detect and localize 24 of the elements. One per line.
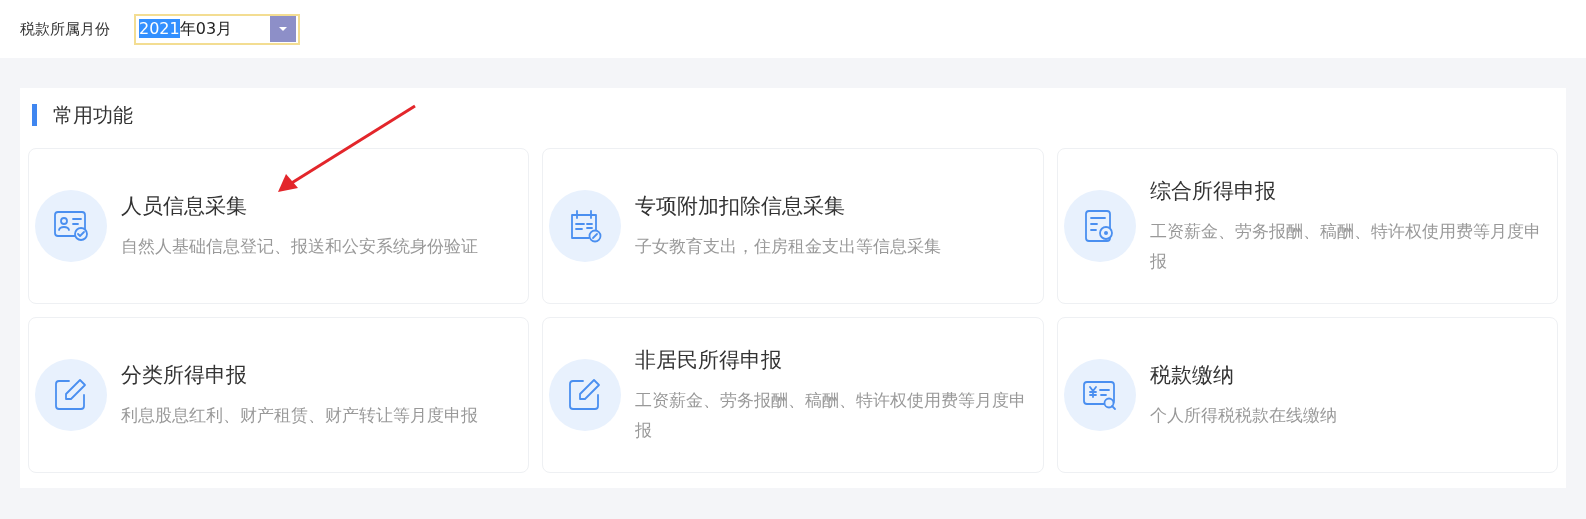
feature-card[interactable]: 专项附加扣除信息采集 子女教育支出，住房租金支出等信息采集 (542, 148, 1044, 304)
feature-card[interactable]: 分类所得申报 利息股息红利、财产租赁、财产转让等月度申报 (28, 317, 530, 473)
section-title: 常用功能 (32, 104, 1558, 126)
date-value: 2021年03月 (139, 18, 233, 40)
caret-icon (278, 26, 288, 32)
card-description: 利息股息红利、财产租赁、财产转让等月度申报 (121, 403, 478, 427)
date-field[interactable]: 2021年03月 (134, 13, 300, 45)
card-description: 工资薪金、劳务报酬、稿酬、特许权使用费等月度申报 (635, 388, 1028, 442)
dropdown-button[interactable] (270, 16, 296, 42)
feature-card[interactable]: 税款缴纳 个人所得税税款在线缴纳 (1056, 317, 1558, 473)
card-title: 人员信息采集 (121, 193, 248, 221)
field-label: 税款所属月份 (20, 18, 110, 40)
feature-card[interactable]: 非居民所得申报 工资薪金、劳务报酬、稿酬、特许权使用费等月度申报 (542, 317, 1044, 473)
card-description: 工资薪金、劳务报酬、稿酬、特许权使用费等月度申报 (1149, 219, 1542, 273)
card-title: 综合所得申报 (1149, 178, 1277, 206)
feature-card[interactable]: 综合所得申报 工资薪金、劳务报酬、稿酬、特许权使用费等月度申报 (1056, 148, 1558, 304)
card-description: 个人所得税税款在线缴纳 (1149, 403, 1337, 427)
card-title: 非居民所得申报 (635, 347, 784, 375)
card-title: 税款缴纳 (1149, 362, 1235, 390)
card-title: 专项附加扣除信息采集 (635, 193, 847, 221)
feature-card[interactable]: 人员信息采集 自然人基础信息登记、报送和公安系统身份验证 (28, 148, 530, 304)
card-description: 自然人基础信息登记、报送和公安系统身份验证 (121, 234, 478, 258)
card-description: 子女教育支出，住房租金支出等信息采集 (635, 234, 942, 258)
card-title: 分类所得申报 (121, 362, 248, 390)
